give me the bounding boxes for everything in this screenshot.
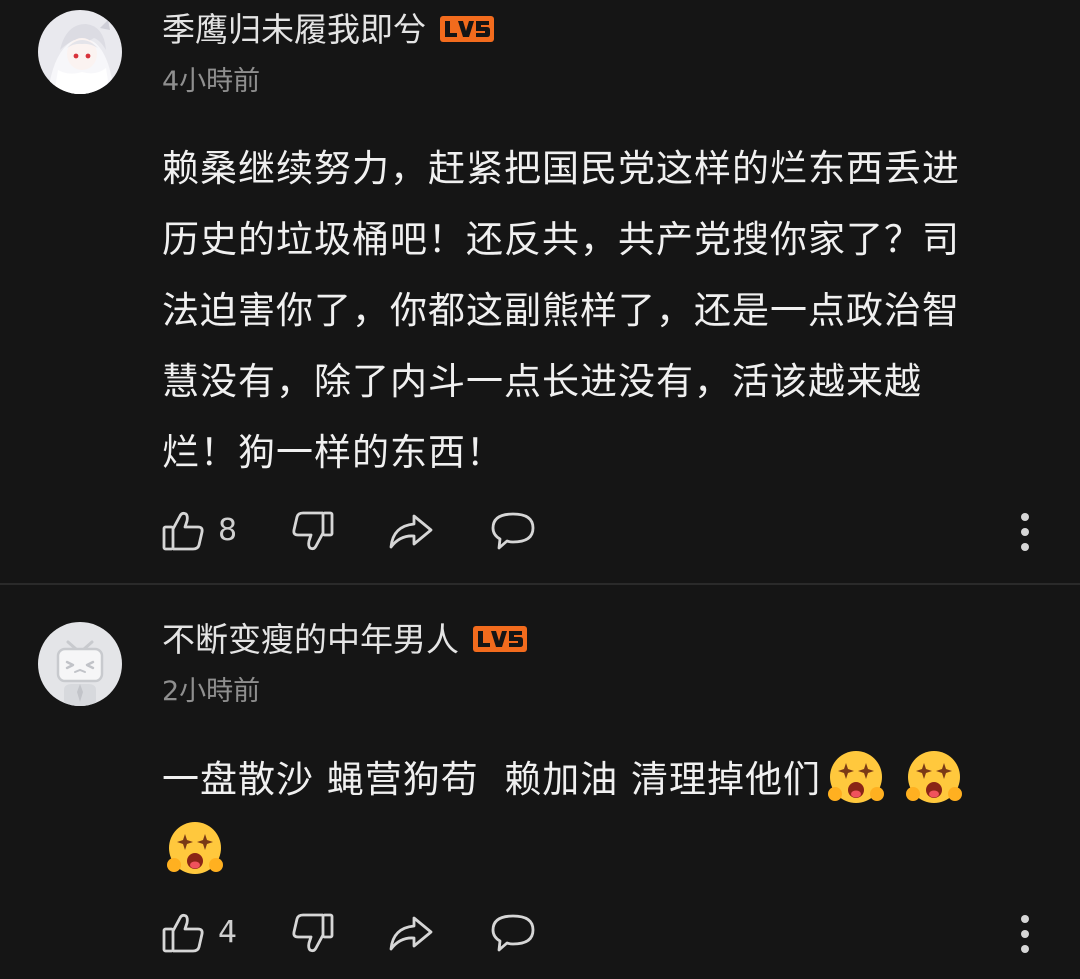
username-text[interactable]: 不断变瘦的中年男人 <box>162 620 459 659</box>
comment-line: 一盘散沙 蝇营狗苟 赖加油 清理掉他们 <box>162 758 822 801</box>
more-vertical-icon <box>1021 513 1029 551</box>
starstruck-face-emoji <box>827 748 885 806</box>
comment-actions: 4 <box>160 910 1060 958</box>
thumbs-up-icon <box>162 913 204 953</box>
reply-button[interactable] <box>490 508 536 554</box>
starstruck-face-emoji <box>905 748 963 806</box>
comment-actions: 8 <box>160 508 1060 556</box>
more-options-button[interactable] <box>1012 512 1038 558</box>
avatar[interactable] <box>38 10 122 94</box>
level-badge-icon <box>473 625 527 652</box>
comment-text: 赖桑继续努力，赶紧把国民党这样的烂东西丢进 历史的垃圾桶吧！还反共，共产党搜你家… <box>162 133 1042 488</box>
comment-line: 赖桑继续努力，赶紧把国民党这样的烂东西丢进 <box>162 147 960 190</box>
level-badge-icon <box>440 15 494 42</box>
dislike-button[interactable] <box>290 910 336 956</box>
share-button[interactable] <box>388 508 434 554</box>
like-count: 8 <box>218 513 238 548</box>
comment-item: 季鹰归未履我即兮 4小時前 赖桑继续努力，赶紧把国民党这样的烂东西丢进 历史的垃… <box>0 0 1080 584</box>
username-text[interactable]: 季鹰归未履我即兮 <box>162 10 426 49</box>
like-button[interactable] <box>160 508 206 554</box>
comment-item: 不断变瘦的中年男人 2小時前 一盘散沙 蝇营狗苟 赖加油 清理掉他们 4 <box>0 586 1080 979</box>
timestamp: 4小時前 <box>162 66 261 97</box>
dislike-button[interactable] <box>290 508 336 554</box>
share-icon <box>389 514 433 549</box>
reply-button[interactable] <box>490 910 536 956</box>
username[interactable]: 季鹰归未履我即兮 <box>162 10 494 50</box>
comment-line: 法迫害你了，你都这副熊样了，还是一点政治智 <box>162 289 960 332</box>
like-count: 4 <box>218 915 238 950</box>
share-button[interactable] <box>388 910 434 956</box>
timestamp: 2小時前 <box>162 676 261 707</box>
reply-icon <box>491 512 535 550</box>
like-button[interactable] <box>160 910 206 956</box>
thumbs-down-icon <box>292 511 334 551</box>
divider <box>0 583 1080 585</box>
thumbs-down-icon <box>292 913 334 953</box>
more-vertical-icon <box>1021 915 1029 953</box>
level-badge <box>473 625 527 652</box>
comment-line: 慧没有，除了内斗一点长进没有，活该越来越 <box>162 360 922 403</box>
avatar[interactable] <box>38 622 122 706</box>
comment-text: 一盘散沙 蝇营狗苟 赖加油 清理掉他们 <box>162 744 1022 886</box>
thumbs-up-icon <box>162 511 204 551</box>
comment-line: 历史的垃圾桶吧！还反共，共产党搜你家了？司 <box>162 218 960 261</box>
share-icon <box>389 916 433 951</box>
more-options-button[interactable] <box>1012 914 1038 960</box>
reply-icon <box>491 914 535 952</box>
level-badge <box>440 15 494 42</box>
comment-line: 烂！狗一样的东西！ <box>162 431 504 474</box>
starstruck-face-emoji <box>166 819 224 877</box>
username[interactable]: 不断变瘦的中年男人 <box>162 620 527 660</box>
